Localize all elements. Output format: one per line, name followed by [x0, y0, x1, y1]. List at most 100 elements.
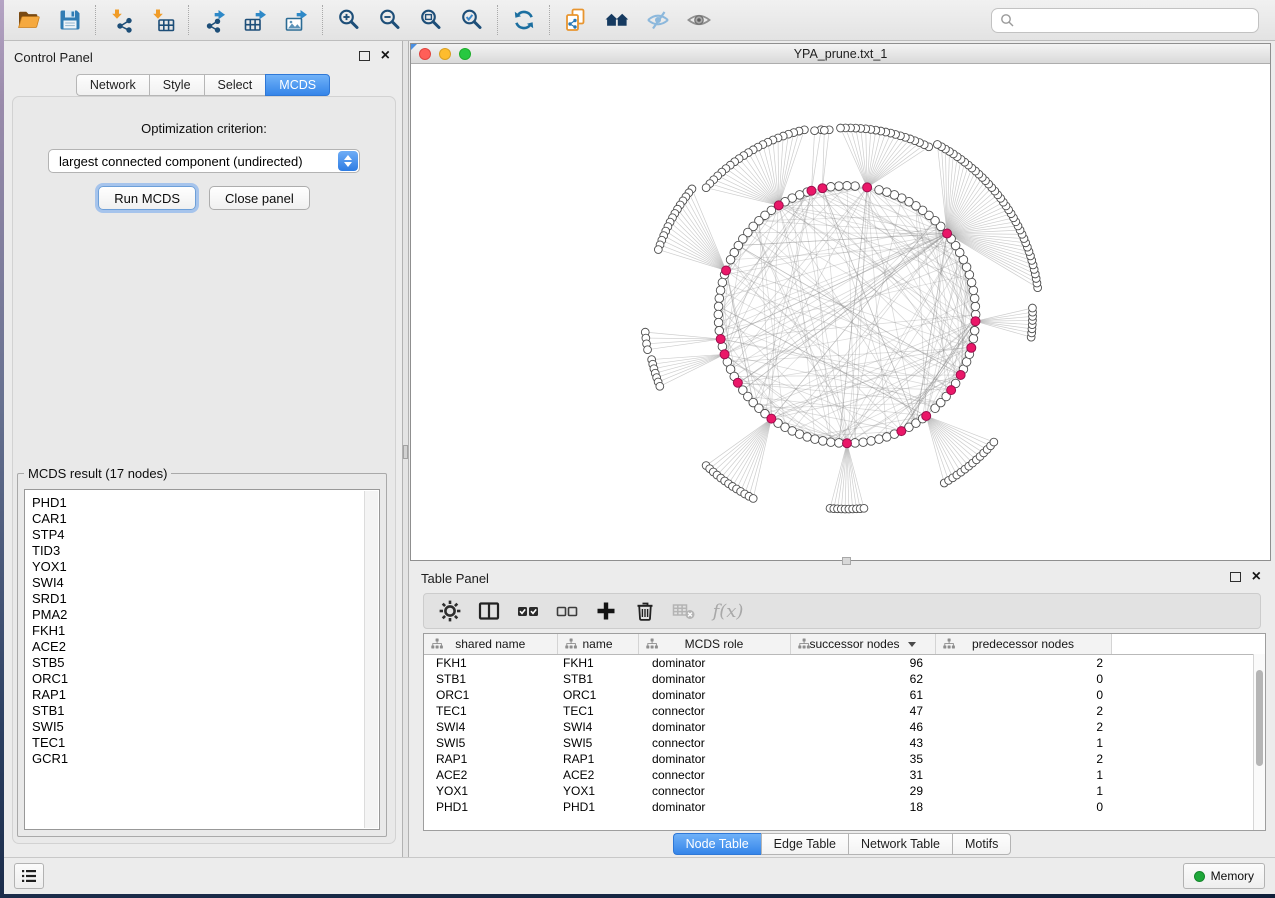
criterion-dropdown[interactable]: largest connected component (undirected): [48, 149, 360, 173]
mcds-node[interactable]: [971, 317, 980, 326]
mcds-result-item[interactable]: YOX1: [32, 559, 363, 575]
close-window-icon[interactable]: [419, 48, 431, 60]
mcds-result-item[interactable]: PMA2: [32, 607, 363, 623]
network-node[interactable]: [969, 286, 978, 295]
open-session-button[interactable]: [8, 3, 49, 37]
table-row[interactable]: SWI4SWI4dominator462: [424, 719, 1253, 735]
mcds-node[interactable]: [863, 183, 872, 192]
close-panel-icon[interactable]: ×: [1252, 571, 1261, 583]
table-row[interactable]: FKH1FKH1dominator962: [424, 655, 1253, 672]
column-header-name[interactable]: name: [557, 634, 638, 655]
network-node[interactable]: [933, 141, 941, 149]
mcds-node[interactable]: [947, 386, 956, 395]
zoom-selected-button[interactable]: [451, 3, 492, 37]
mcds-result-item[interactable]: GCR1: [32, 751, 363, 767]
tab-motifs[interactable]: Motifs: [952, 833, 1011, 855]
mcds-node[interactable]: [818, 184, 827, 193]
network-node[interactable]: [875, 186, 884, 195]
network-node[interactable]: [714, 302, 723, 311]
float-panel-icon[interactable]: [1230, 572, 1241, 582]
zoom-in-button[interactable]: [328, 3, 369, 37]
show-all-button[interactable]: [678, 3, 719, 37]
close-panel-button[interactable]: Close panel: [209, 186, 310, 210]
network-node[interactable]: [820, 126, 828, 134]
mcds-node[interactable]: [774, 201, 783, 210]
mcds-node[interactable]: [720, 350, 729, 359]
mcds-result-item[interactable]: ACE2: [32, 639, 363, 655]
network-node[interactable]: [1029, 304, 1037, 312]
hide-selected-button[interactable]: [637, 3, 678, 37]
memory-button[interactable]: Memory: [1183, 863, 1265, 889]
network-node[interactable]: [883, 188, 892, 197]
network-node[interactable]: [851, 182, 860, 191]
network-node[interactable]: [749, 495, 757, 503]
save-session-button[interactable]: [49, 3, 90, 37]
mcds-node[interactable]: [722, 266, 731, 275]
network-node[interactable]: [702, 184, 710, 192]
table-settings-button[interactable]: [432, 597, 468, 625]
network-node[interactable]: [859, 438, 868, 447]
mcds-result-item[interactable]: STB5: [32, 655, 363, 671]
network-node[interactable]: [715, 326, 724, 335]
zoom-out-button[interactable]: [369, 3, 410, 37]
export-table-button[interactable]: [235, 3, 276, 37]
import-table-button[interactable]: [142, 3, 183, 37]
add-column-button[interactable]: [588, 597, 624, 625]
list-scrollbar[interactable]: [364, 491, 378, 828]
mcds-node[interactable]: [807, 186, 816, 195]
mcds-result-item[interactable]: CAR1: [32, 511, 363, 527]
network-node[interactable]: [656, 382, 664, 390]
network-node[interactable]: [970, 326, 979, 335]
function-builder-button[interactable]: f(x): [705, 597, 751, 625]
tab-node-table[interactable]: Node Table: [673, 833, 761, 855]
mcds-node[interactable]: [956, 370, 965, 379]
column-header-successor-nodes[interactable]: successor nodes: [790, 634, 935, 655]
delete-column-button[interactable]: [627, 597, 663, 625]
mcds-node[interactable]: [922, 411, 931, 420]
tab-network-table[interactable]: Network Table: [848, 833, 952, 855]
network-node[interactable]: [803, 433, 812, 442]
network-canvas[interactable]: [411, 63, 1270, 560]
mcds-result-item[interactable]: SWI4: [32, 575, 363, 591]
table-row[interactable]: ACE2ACE2connector311: [424, 767, 1253, 783]
run-mcds-button[interactable]: Run MCDS: [98, 186, 196, 210]
network-node[interactable]: [819, 437, 828, 446]
sort-descending-icon[interactable]: [908, 642, 916, 647]
network-node[interactable]: [718, 278, 727, 287]
tab-edge-table[interactable]: Edge Table: [761, 833, 848, 855]
mcds-node[interactable]: [733, 378, 742, 387]
network-graph[interactable]: [411, 63, 1270, 560]
network-node[interactable]: [875, 435, 884, 444]
table-row[interactable]: RAP1RAP1dominator352: [424, 751, 1253, 767]
mcds-result-item[interactable]: STP4: [32, 527, 363, 543]
network-node[interactable]: [867, 437, 876, 446]
tab-network[interactable]: Network: [76, 74, 149, 96]
first-neighbors-button[interactable]: [596, 3, 637, 37]
table-row[interactable]: TEC1TEC1connector472: [424, 703, 1253, 719]
network-node[interactable]: [644, 346, 652, 354]
export-network-button[interactable]: [194, 3, 235, 37]
mcds-node[interactable]: [943, 229, 952, 238]
mcds-node[interactable]: [897, 427, 906, 436]
network-node[interactable]: [967, 278, 976, 287]
network-node[interactable]: [835, 182, 844, 191]
splitter-grip[interactable]: [403, 445, 408, 459]
table-row[interactable]: YOX1YOX1connector291: [424, 783, 1253, 799]
mcds-result-item[interactable]: TID3: [32, 543, 363, 559]
mcds-node[interactable]: [967, 343, 976, 352]
network-node[interactable]: [990, 438, 998, 446]
tab-style[interactable]: Style: [149, 74, 204, 96]
search-input[interactable]: [1020, 10, 1250, 30]
column-header-shared-name[interactable]: shared name: [424, 634, 557, 655]
tab-select[interactable]: Select: [204, 74, 266, 96]
network-node[interactable]: [851, 439, 860, 448]
network-node[interactable]: [860, 504, 868, 512]
delete-table-button[interactable]: [666, 597, 702, 625]
network-node[interactable]: [811, 127, 819, 135]
network-node[interactable]: [970, 294, 979, 303]
mcds-result-item[interactable]: SWI5: [32, 719, 363, 735]
table-row[interactable]: STB1STB1dominator620: [424, 671, 1253, 687]
zoom-fit-button[interactable]: [410, 3, 451, 37]
tab-mcds[interactable]: MCDS: [265, 74, 330, 96]
network-node[interactable]: [971, 302, 980, 311]
